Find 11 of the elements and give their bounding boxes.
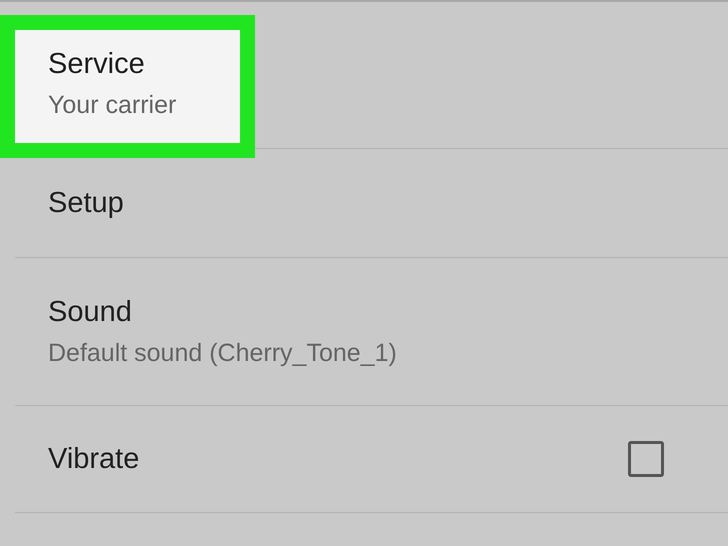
setting-item[interactable]: Sound Default sound (Cherry_Tone_1) [0, 296, 397, 368]
highlighted-setting[interactable]: Service Your carrier [0, 15, 255, 158]
setting-title: Sound [48, 296, 133, 328]
setting-title: Service [48, 48, 146, 80]
setting-summary: Default sound (Cherry_Tone_1) [48, 338, 397, 368]
setting-title: Vibrate [48, 442, 140, 476]
setting-summary: Your carrier [48, 90, 178, 120]
setting-item[interactable]: Vibrate [0, 442, 140, 476]
setting-title: Setup [48, 186, 124, 220]
setting-item[interactable]: Setup [0, 186, 124, 220]
checkbox[interactable] [628, 441, 664, 477]
